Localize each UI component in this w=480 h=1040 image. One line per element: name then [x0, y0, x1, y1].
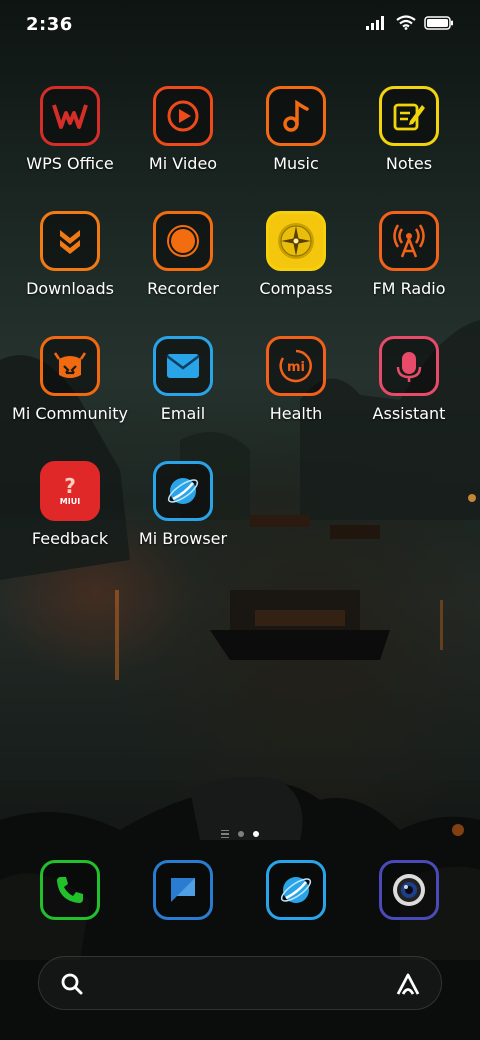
mi-video-icon [153, 86, 213, 146]
dock-messages[interactable] [123, 860, 243, 920]
feedback-icon-badge: MIUI [59, 497, 81, 506]
dock-phone[interactable] [10, 860, 130, 920]
messages-icon [153, 860, 213, 920]
status-bar: 2:36 [0, 0, 480, 52]
assistant-a-icon[interactable] [395, 971, 421, 997]
signal-icon [366, 15, 384, 30]
page-dot-active[interactable] [253, 831, 259, 837]
app-feedback[interactable]: ? MIUI Feedback [10, 461, 130, 548]
browser-icon [266, 860, 326, 920]
wps-office-icon [40, 86, 100, 146]
dock-camera[interactable] [349, 860, 469, 920]
clock: 2:36 [26, 14, 73, 35]
compass-icon [266, 211, 326, 271]
app-email[interactable]: Email [123, 336, 243, 423]
search-bar[interactable] [38, 956, 442, 1010]
app-assistant[interactable]: Assistant [349, 336, 469, 423]
fm-radio-icon [379, 211, 439, 271]
notes-icon [379, 86, 439, 146]
app-downloads[interactable]: Downloads [10, 211, 130, 298]
app-recorder[interactable]: Recorder [123, 211, 243, 298]
phone-icon [40, 860, 100, 920]
camera-icon [379, 860, 439, 920]
search-icon[interactable] [61, 973, 83, 995]
app-notes[interactable]: Notes [349, 86, 469, 173]
email-icon [153, 336, 213, 396]
music-icon [266, 86, 326, 146]
assistant-icon [379, 336, 439, 396]
app-mi-video[interactable]: Mi Video [123, 86, 243, 173]
app-mi-browser[interactable]: Mi Browser [123, 461, 243, 548]
app-wps-office[interactable]: WPS Office [10, 86, 130, 173]
health-icon-text: mi [287, 360, 305, 375]
home-list-icon [221, 830, 229, 838]
app-health[interactable]: mi Health [236, 336, 356, 423]
downloads-icon [40, 211, 100, 271]
dock-browser[interactable] [236, 860, 356, 920]
health-icon: mi [266, 336, 326, 396]
page-dot[interactable] [238, 831, 244, 837]
mi-browser-icon [153, 461, 213, 521]
page-indicator[interactable] [0, 830, 480, 838]
feedback-icon: ? MIUI [40, 461, 100, 521]
mi-community-icon [40, 336, 100, 396]
app-compass[interactable]: Compass [236, 211, 356, 298]
recorder-icon [153, 211, 213, 271]
app-music[interactable]: Music [236, 86, 356, 173]
wifi-icon [396, 15, 416, 30]
battery-icon [424, 15, 453, 30]
feedback-icon-mark: ? [64, 474, 76, 498]
app-mi-community[interactable]: Mi Community [10, 336, 130, 423]
app-fm-radio[interactable]: FM Radio [349, 211, 469, 298]
